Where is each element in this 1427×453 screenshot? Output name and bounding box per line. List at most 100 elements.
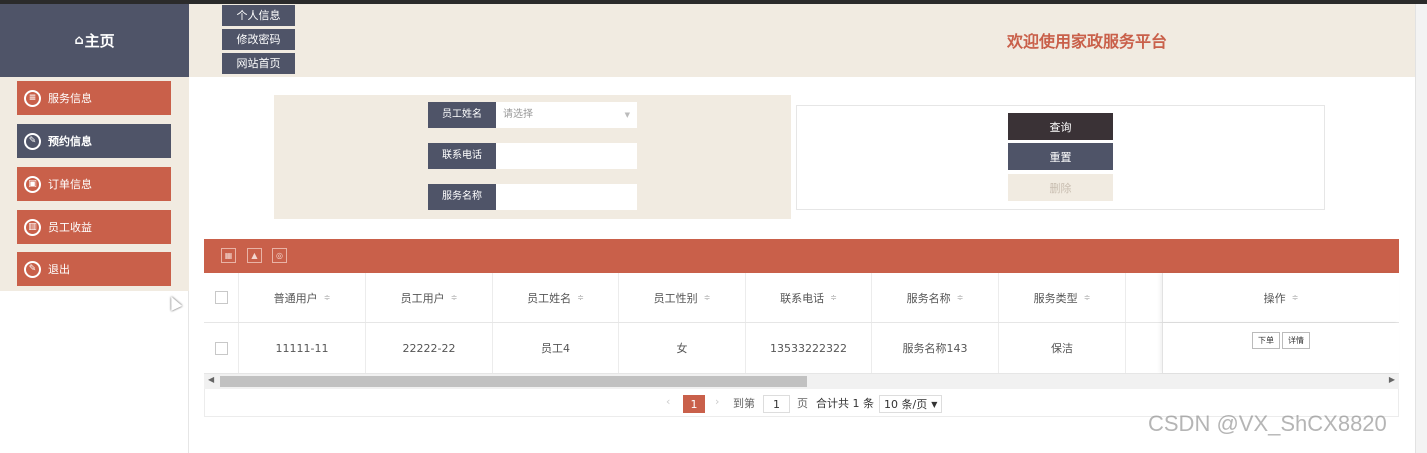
table-cell: 保洁 xyxy=(999,323,1126,373)
page-size-select[interactable]: 10 条/页 ▼ xyxy=(879,395,943,413)
sidebar: ≡ 服务信息 ✎ 预约信息 ▣ 订单信息 ▥ 员工收益 ✎ 退出 xyxy=(0,77,189,453)
employee-name-label: 员工姓名 xyxy=(428,102,496,128)
table-toolbar: ▦ ▲ ◎ xyxy=(204,239,1399,273)
details-button[interactable]: 详情 xyxy=(1282,332,1310,349)
sidebar-item-label: 员工收益 xyxy=(48,221,92,234)
chevron-down-icon: ▼ xyxy=(931,399,938,409)
next-page-button[interactable]: › xyxy=(715,395,719,408)
sidebar-item-logout[interactable]: ✎ 退出 xyxy=(17,252,171,286)
scrollbar-thumb[interactable] xyxy=(220,376,807,387)
edit-icon: ✎ xyxy=(24,260,41,278)
phone-field: 联系电话 xyxy=(428,143,637,169)
table-cell: 22222-22 xyxy=(366,323,493,373)
column-header-label: 操作 xyxy=(1263,291,1286,305)
print-icon[interactable]: ▲ xyxy=(247,248,262,263)
search-panel: 员工姓名 请选择 ▼ 联系电话 服务名称 xyxy=(274,95,791,219)
sort-icon: ≑ xyxy=(956,293,964,302)
total-count: 合计共 1 条 xyxy=(816,397,874,410)
table-cell: 员工4 xyxy=(493,323,619,373)
table-header-row: 普通用户 ≑ 员工用户 ≑ 员工姓名 ≑ 员工性别 ≑ 联系电话 ≑ 服务名称 ≑ 服务类型… xyxy=(204,273,1399,323)
nav-profile-button[interactable]: 个人信息 xyxy=(222,5,295,26)
scroll-right-icon[interactable]: ▶ xyxy=(1389,375,1395,384)
column-header-label: 服务类型 xyxy=(1033,291,1078,305)
document-icon: ≡ xyxy=(24,89,41,107)
export-excel-icon[interactable]: ▦ xyxy=(221,248,236,263)
nav-site-home-button[interactable]: 网站首页 xyxy=(222,53,295,74)
query-button[interactable]: 查询 xyxy=(1008,113,1113,140)
sidebar-item-label: 退出 xyxy=(48,263,70,276)
column-header[interactable]: 员工性别 ≑ xyxy=(619,273,746,322)
home-icon: ⌂ xyxy=(74,33,84,48)
sidebar-item-order-info[interactable]: ▣ 订单信息 xyxy=(17,167,171,201)
table-cell: 服务名称143 xyxy=(872,323,999,373)
delete-button[interactable]: 删除 xyxy=(1008,174,1113,201)
top-nav: 个人信息 修改密码 网站首页 xyxy=(222,5,295,77)
sort-icon: ≑ xyxy=(450,293,458,302)
sidebar-item-label: 预约信息 xyxy=(48,135,92,148)
top-header xyxy=(0,4,1415,77)
employee-name-select[interactable]: 请选择 xyxy=(496,102,637,128)
sort-icon: ≑ xyxy=(703,293,711,302)
action-panel: 查询 重置 删除 xyxy=(796,105,1325,210)
table-cell: 女 xyxy=(619,323,746,373)
prev-page-button[interactable]: ‹ xyxy=(666,395,670,408)
table-cell: 11111-11 xyxy=(239,323,366,373)
column-header[interactable]: 联系电话 ≑ xyxy=(746,273,872,322)
place-order-button[interactable]: 下单 xyxy=(1252,332,1280,349)
goto-page-input[interactable]: 1 xyxy=(763,395,790,413)
settings-icon[interactable]: ◎ xyxy=(272,248,287,263)
phone-label: 联系电话 xyxy=(428,143,496,169)
watermark: CSDN @VX_ShCX8820 xyxy=(1148,411,1387,436)
sort-icon: ≑ xyxy=(323,293,331,302)
employee-name-field: 员工姓名 请选择 ▼ xyxy=(428,102,637,128)
nav-change-password-button[interactable]: 修改密码 xyxy=(222,29,295,50)
select-all-cell xyxy=(204,273,239,322)
service-name-input[interactable] xyxy=(496,184,637,210)
column-header-label: 员工性别 xyxy=(653,291,698,305)
service-name-field: 服务名称 xyxy=(428,184,637,210)
sidebar-item-reservation-info[interactable]: ✎ 预约信息 xyxy=(17,124,171,158)
sidebar-item-label: 订单信息 xyxy=(48,178,92,191)
column-header-label: 服务名称 xyxy=(906,291,951,305)
table-cell: 13533222322 xyxy=(746,323,872,373)
column-header-label: 普通用户 xyxy=(273,291,318,305)
vertical-scrollbar[interactable] xyxy=(1415,4,1427,453)
operations-column-header[interactable]: 操作 ≑ xyxy=(1162,273,1399,322)
home-link[interactable]: ⌂ 主页 xyxy=(0,4,189,77)
column-header[interactable]: 员工用户 ≑ xyxy=(366,273,493,322)
horizontal-scrollbar[interactable]: ◀ ▶ xyxy=(204,374,1399,389)
sidebar-item-service-info[interactable]: ≡ 服务信息 xyxy=(17,81,171,115)
column-header[interactable]: 员工姓名 ≑ xyxy=(493,273,619,322)
column-header[interactable]: 普通用户 ≑ xyxy=(239,273,366,322)
sort-icon: ≑ xyxy=(1083,293,1091,302)
page-size-value: 10 条/页 xyxy=(884,398,928,411)
column-header-label: 员工用户 xyxy=(400,291,445,305)
scroll-left-icon[interactable]: ◀ xyxy=(208,375,214,384)
sort-icon: ≑ xyxy=(1291,293,1299,302)
phone-input[interactable] xyxy=(496,143,637,169)
edit-icon: ✎ xyxy=(24,132,41,150)
column-header[interactable]: 服务类型 ≑ xyxy=(999,273,1126,322)
goto-prefix: 到第 xyxy=(733,397,755,410)
current-page-button[interactable]: 1 xyxy=(683,395,705,413)
sort-icon: ≑ xyxy=(830,293,837,302)
column-header[interactable]: 服务名称 ≑ xyxy=(872,273,999,322)
bar-chart-icon: ▥ xyxy=(24,218,41,236)
sidebar-item-label: 服务信息 xyxy=(48,92,92,105)
sidebar-item-employee-income[interactable]: ▥ 员工收益 xyxy=(17,210,171,244)
cart-icon: ▣ xyxy=(24,175,41,193)
goto-suffix: 页 xyxy=(797,397,808,410)
row-select-cell xyxy=(204,323,239,373)
table-row: 11111-11 22222-22 员工4 女 13533222322 服务名称… xyxy=(204,323,1399,374)
welcome-title: 欢迎使用家政服务平台 xyxy=(1007,32,1168,51)
sort-icon: ≑ xyxy=(577,293,584,302)
column-header-label: 员工姓名 xyxy=(527,291,572,305)
row-checkbox[interactable] xyxy=(214,341,228,355)
select-all-checkbox[interactable] xyxy=(214,291,228,304)
chevron-down-icon: ▼ xyxy=(624,111,630,119)
service-name-label: 服务名称 xyxy=(428,184,496,210)
operations-cell: 下单 详情 xyxy=(1162,323,1399,373)
reset-button[interactable]: 重置 xyxy=(1008,143,1113,170)
column-header-label: 联系电话 xyxy=(780,291,825,305)
home-label: 主页 xyxy=(84,32,115,50)
